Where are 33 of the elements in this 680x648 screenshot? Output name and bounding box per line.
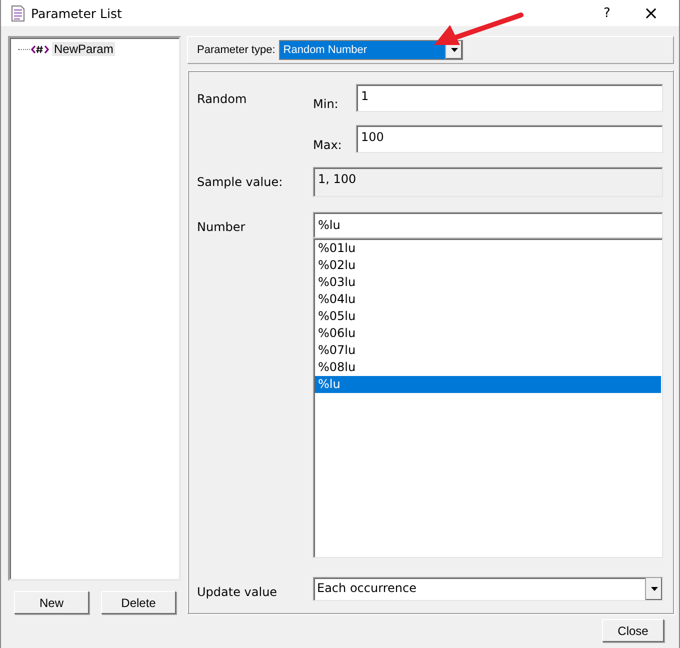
random-label: Random	[197, 91, 248, 108]
help-button[interactable]: ?	[585, 6, 629, 20]
list-item[interactable]: %06lu	[315, 325, 661, 342]
max-field[interactable]: 100	[356, 125, 663, 153]
tree-item[interactable]: NewParam	[52, 42, 116, 56]
number-label: Number	[197, 219, 246, 236]
parameter-icon	[31, 44, 49, 54]
parameter-type-dropdown[interactable]: Random Number	[279, 40, 464, 60]
update-value-label: Update value	[197, 584, 278, 601]
window-title: Parameter List	[31, 6, 123, 20]
list-item[interactable]: %01lu	[315, 240, 661, 257]
sample-value-field: 1, 100	[313, 167, 663, 197]
list-item[interactable]: %07lu	[315, 342, 661, 359]
list-item[interactable]: %02lu	[315, 257, 661, 274]
caret-icon	[650, 587, 658, 591]
list-item[interactable]: %03lu	[315, 274, 661, 291]
document-icon	[11, 4, 25, 22]
list-item[interactable]: %05lu	[315, 308, 661, 325]
sample-value-label: Sample value:	[197, 174, 284, 191]
list-item[interactable]: %lu	[315, 376, 661, 393]
parameter-type-label: Parameter type:	[197, 44, 276, 56]
close-button[interactable]: Close	[602, 619, 664, 642]
min-field[interactable]: 1	[356, 84, 663, 112]
list-item[interactable]: %04lu	[315, 291, 661, 308]
close-button[interactable]: ×	[629, 2, 673, 24]
number-field[interactable]: %lu	[313, 212, 663, 238]
delete-button[interactable]: Delete	[101, 591, 176, 614]
caret-icon	[450, 48, 458, 52]
max-label: Max:	[313, 137, 343, 153]
min-label: Min:	[313, 96, 340, 112]
update-value-dropdown[interactable]: Each occurrence	[313, 577, 663, 601]
list-item[interactable]: %08lu	[315, 359, 661, 376]
new-button[interactable]: New	[14, 591, 89, 614]
